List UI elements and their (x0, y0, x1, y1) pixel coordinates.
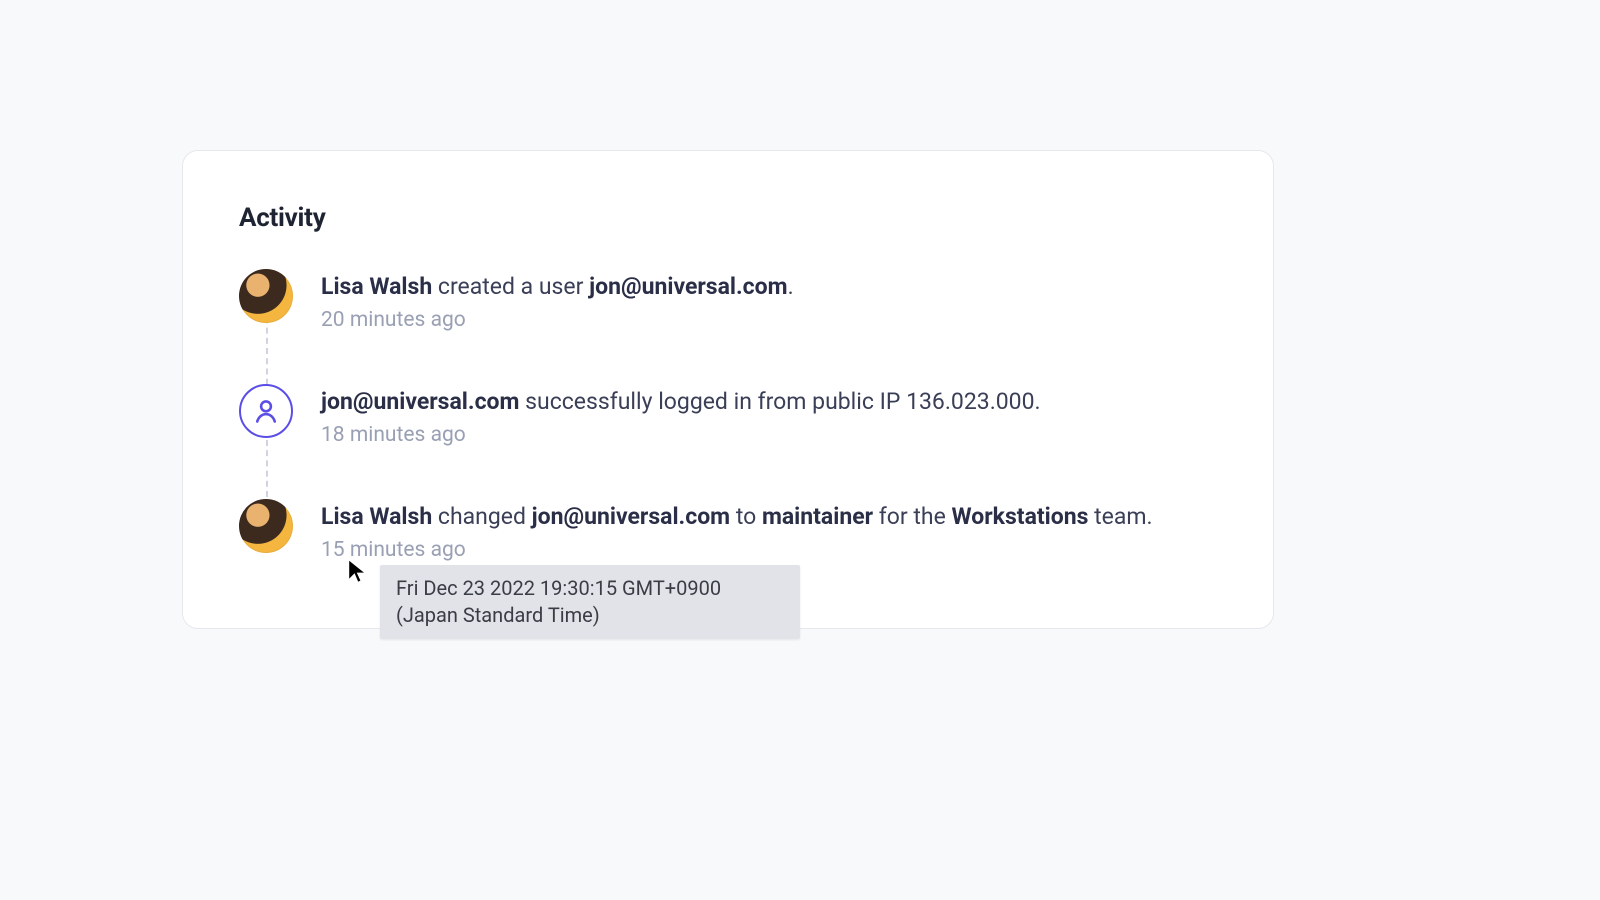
msg-text: . (788, 273, 794, 300)
avatar (239, 269, 293, 323)
actor-name: Lisa Walsh (321, 273, 432, 300)
activity-item: jon@universal.com successfully logged in… (239, 384, 1217, 447)
activity-body: Lisa Walsh changed jon@universal.com to … (321, 499, 1217, 562)
activity-item: Lisa Walsh changed jon@universal.com to … (239, 499, 1217, 562)
activity-body: Lisa Walsh created a user jon@universal.… (321, 269, 1217, 332)
relative-time[interactable]: 15 minutes ago (321, 538, 1217, 562)
msg-text: to (730, 503, 762, 530)
actor-name: Lisa Walsh (321, 503, 432, 530)
panel-title: Activity (239, 203, 1217, 233)
msg-text: successfully logged in from public IP 13… (519, 388, 1040, 415)
msg-text: created a user (432, 273, 589, 300)
msg-text: team. (1088, 503, 1152, 530)
cursor-icon (345, 557, 373, 585)
relative-time[interactable]: 18 minutes ago (321, 423, 1217, 447)
activity-panel: Activity Lisa Walsh created a user jon@u… (182, 150, 1274, 629)
msg-text: changed (432, 503, 531, 530)
msg-text: for the (873, 503, 951, 530)
activity-message: Lisa Walsh changed jon@universal.com to … (321, 501, 1217, 532)
user-icon (239, 384, 293, 438)
team-name: Workstations (952, 503, 1089, 530)
object-name: jon@universal.com (532, 503, 730, 530)
activity-message: Lisa Walsh created a user jon@universal.… (321, 271, 1217, 302)
timestamp-tooltip: Fri Dec 23 2022 19:30:15 GMT+0900 (Japan… (380, 565, 800, 639)
activity-message: jon@universal.com successfully logged in… (321, 386, 1217, 417)
object-name: jon@universal.com (589, 273, 787, 300)
activity-feed: Lisa Walsh created a user jon@universal.… (239, 269, 1217, 562)
actor-name: jon@universal.com (321, 388, 519, 415)
activity-body: jon@universal.com successfully logged in… (321, 384, 1217, 447)
role-name: maintainer (762, 503, 873, 530)
avatar (239, 499, 293, 553)
relative-time[interactable]: 20 minutes ago (321, 308, 1217, 332)
activity-item: Lisa Walsh created a user jon@universal.… (239, 269, 1217, 332)
